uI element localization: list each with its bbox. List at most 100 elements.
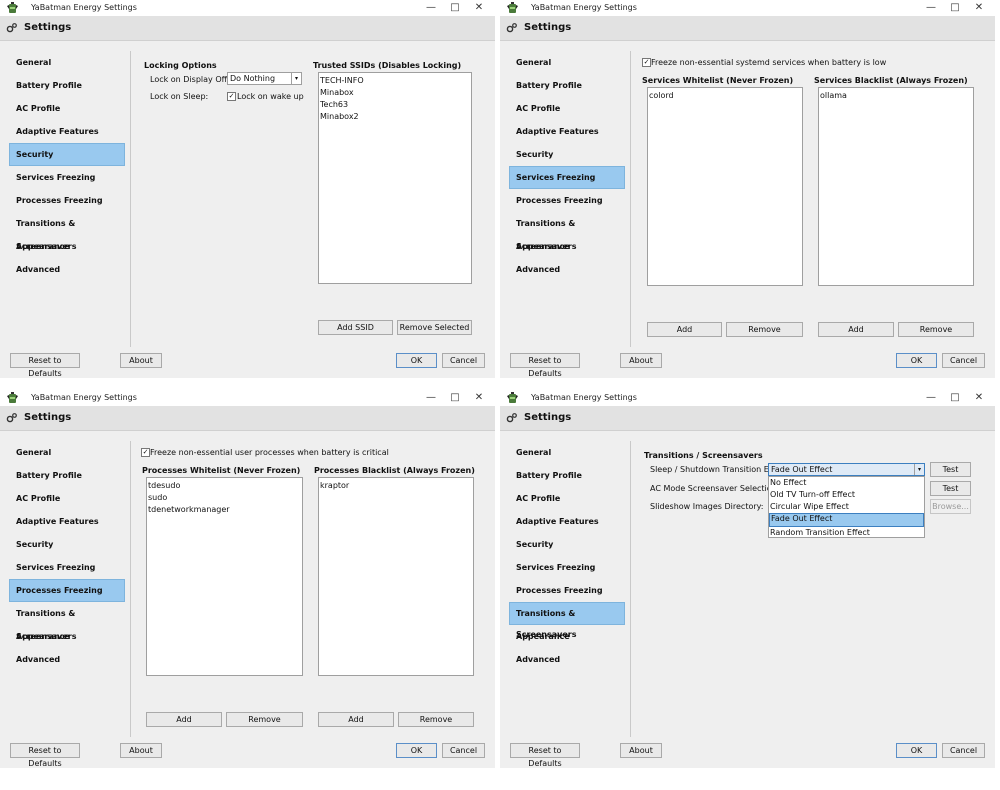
lock-display-off-select[interactable]: Do Nothing ▾ <box>227 72 302 85</box>
dropdown-option-selected[interactable]: Fade Out Effect <box>769 513 924 527</box>
sidebar-item[interactable]: General <box>509 51 625 74</box>
sidebar-item[interactable]: General <box>509 441 625 464</box>
sidebar-item[interactable]: Battery Profile <box>509 464 625 487</box>
sidebar-item[interactable]: AC Profile <box>509 97 625 120</box>
sidebar-item[interactable]: Battery Profile <box>509 74 625 97</box>
maximize-icon[interactable]: □ <box>943 0 967 16</box>
chevron-down-icon[interactable]: ▾ <box>914 464 924 475</box>
list-item[interactable]: Tech63 <box>319 99 471 111</box>
sidebar-item[interactable]: Security <box>9 143 125 166</box>
sidebar-item[interactable]: Security <box>509 533 625 556</box>
freeze-processes-label[interactable]: Freeze non-essential user processes when… <box>150 448 389 457</box>
sidebar-item[interactable]: Processes Freezing <box>9 189 125 212</box>
list-item[interactable]: kraptor <box>319 480 473 492</box>
sidebar-item[interactable]: Transitions & Screensavers <box>9 602 125 641</box>
sidebar-item[interactable]: Processes Freezing <box>509 579 625 602</box>
whitelist-remove-button[interactable]: Remove <box>726 322 803 337</box>
freeze-processes-checkbox[interactable]: ✓ <box>141 448 150 457</box>
reset-to-defaults-button[interactable]: Reset to Defaults <box>10 743 80 768</box>
sidebar-item[interactable]: Advanced <box>509 648 625 671</box>
remove-selected-button[interactable]: Remove Selected <box>397 320 472 335</box>
sidebar-item[interactable]: Advanced <box>9 648 125 671</box>
sidebar-item[interactable]: Appearance <box>9 235 125 258</box>
sidebar-item[interactable]: Services Freezing <box>509 556 625 579</box>
blacklist-add-button[interactable]: Add <box>818 322 894 337</box>
sidebar-item[interactable]: Security <box>509 143 625 166</box>
sidebar-item[interactable]: Transitions & Screensavers <box>509 602 625 639</box>
about-button[interactable]: About <box>620 353 662 368</box>
sidebar-item[interactable]: AC Profile <box>9 487 125 510</box>
ok-button[interactable]: OK <box>896 353 937 368</box>
lock-on-wake-label[interactable]: Lock on wake up <box>237 92 304 101</box>
ok-button[interactable]: OK <box>396 353 437 368</box>
list-item[interactable]: colord <box>648 90 802 102</box>
browse-directory-button[interactable]: Browse... <box>930 499 971 514</box>
sidebar-item[interactable]: Services Freezing <box>9 556 125 579</box>
sidebar-item[interactable]: Appearance <box>9 625 125 648</box>
about-button[interactable]: About <box>620 743 662 758</box>
dropdown-option[interactable]: Random Transition Effect <box>769 527 924 539</box>
about-button[interactable]: About <box>120 743 162 758</box>
transition-effect-dropdown[interactable]: No Effect Old TV Turn-off Effect Circula… <box>768 476 925 538</box>
sidebar-item[interactable]: Adaptive Features <box>509 120 625 143</box>
close-icon[interactable]: ✕ <box>967 390 991 406</box>
cancel-button[interactable]: Cancel <box>442 353 485 368</box>
list-item[interactable]: TECH-INFO <box>319 75 471 87</box>
blacklist-add-button[interactable]: Add <box>318 712 394 727</box>
maximize-icon[interactable]: □ <box>443 0 467 16</box>
sidebar-item[interactable]: Services Freezing <box>9 166 125 189</box>
cancel-button[interactable]: Cancel <box>442 743 485 758</box>
dropdown-option[interactable]: Circular Wipe Effect <box>769 501 924 513</box>
reset-to-defaults-button[interactable]: Reset to Defaults <box>510 743 580 768</box>
dropdown-option[interactable]: No Effect <box>769 477 924 489</box>
sidebar-item[interactable]: General <box>9 51 125 74</box>
freeze-services-label[interactable]: Freeze non-essential systemd services wh… <box>651 58 886 67</box>
lock-on-wake-checkbox[interactable]: ✓ <box>227 92 236 101</box>
reset-to-defaults-button[interactable]: Reset to Defaults <box>510 353 580 378</box>
chevron-down-icon[interactable]: ▾ <box>291 73 301 84</box>
ok-button[interactable]: OK <box>396 743 437 758</box>
cancel-button[interactable]: Cancel <box>942 743 985 758</box>
blacklist-remove-button[interactable]: Remove <box>398 712 474 727</box>
sidebar-item[interactable]: Transitions & Screensavers <box>509 212 625 251</box>
services-blacklist-list[interactable]: ollama <box>818 87 974 286</box>
processes-whitelist-list[interactable]: tdesudo sudo tdenetworkmanager <box>146 477 303 676</box>
list-item[interactable]: tdenetworkmanager <box>147 504 302 516</box>
sidebar-item[interactable]: Battery Profile <box>9 74 125 97</box>
maximize-icon[interactable]: □ <box>443 390 467 406</box>
close-icon[interactable]: ✕ <box>467 390 491 406</box>
title-bar[interactable]: YaBatman Energy Settings — □ ✕ <box>0 0 495 16</box>
sleep-transition-select[interactable]: Fade Out Effect ▾ <box>768 463 925 476</box>
maximize-icon[interactable]: □ <box>943 390 967 406</box>
reset-to-defaults-button[interactable]: Reset to Defaults <box>10 353 80 378</box>
sidebar-item[interactable]: Services Freezing <box>509 166 625 189</box>
minimize-icon[interactable]: — <box>419 390 443 406</box>
sidebar-item[interactable]: Transitions & Screensavers <box>9 212 125 251</box>
list-item[interactable]: ollama <box>819 90 973 102</box>
dropdown-option[interactable]: Old TV Turn-off Effect <box>769 489 924 501</box>
list-item[interactable]: Minabox2 <box>319 111 471 123</box>
sidebar-item[interactable]: Advanced <box>509 258 625 281</box>
sidebar-item[interactable]: Processes Freezing <box>509 189 625 212</box>
sidebar-item[interactable]: AC Profile <box>9 97 125 120</box>
whitelist-add-button[interactable]: Add <box>647 322 722 337</box>
whitelist-add-button[interactable]: Add <box>146 712 222 727</box>
sidebar-item[interactable]: Security <box>9 533 125 556</box>
sidebar-item[interactable]: Battery Profile <box>9 464 125 487</box>
sidebar-item[interactable]: Adaptive Features <box>9 510 125 533</box>
sidebar-item[interactable]: Processes Freezing <box>9 579 125 602</box>
close-icon[interactable]: ✕ <box>967 0 991 16</box>
sidebar-item[interactable]: AC Profile <box>509 487 625 510</box>
blacklist-remove-button[interactable]: Remove <box>898 322 974 337</box>
processes-blacklist-list[interactable]: kraptor <box>318 477 474 676</box>
minimize-icon[interactable]: — <box>419 0 443 16</box>
whitelist-remove-button[interactable]: Remove <box>226 712 303 727</box>
minimize-icon[interactable]: — <box>919 390 943 406</box>
close-icon[interactable]: ✕ <box>467 0 491 16</box>
sidebar-item[interactable]: Adaptive Features <box>9 120 125 143</box>
list-item[interactable]: sudo <box>147 492 302 504</box>
add-ssid-button[interactable]: Add SSID <box>318 320 393 335</box>
ok-button[interactable]: OK <box>896 743 937 758</box>
sidebar-item[interactable]: Adaptive Features <box>509 510 625 533</box>
title-bar[interactable]: YaBatman Energy Settings — □ ✕ <box>500 0 995 16</box>
